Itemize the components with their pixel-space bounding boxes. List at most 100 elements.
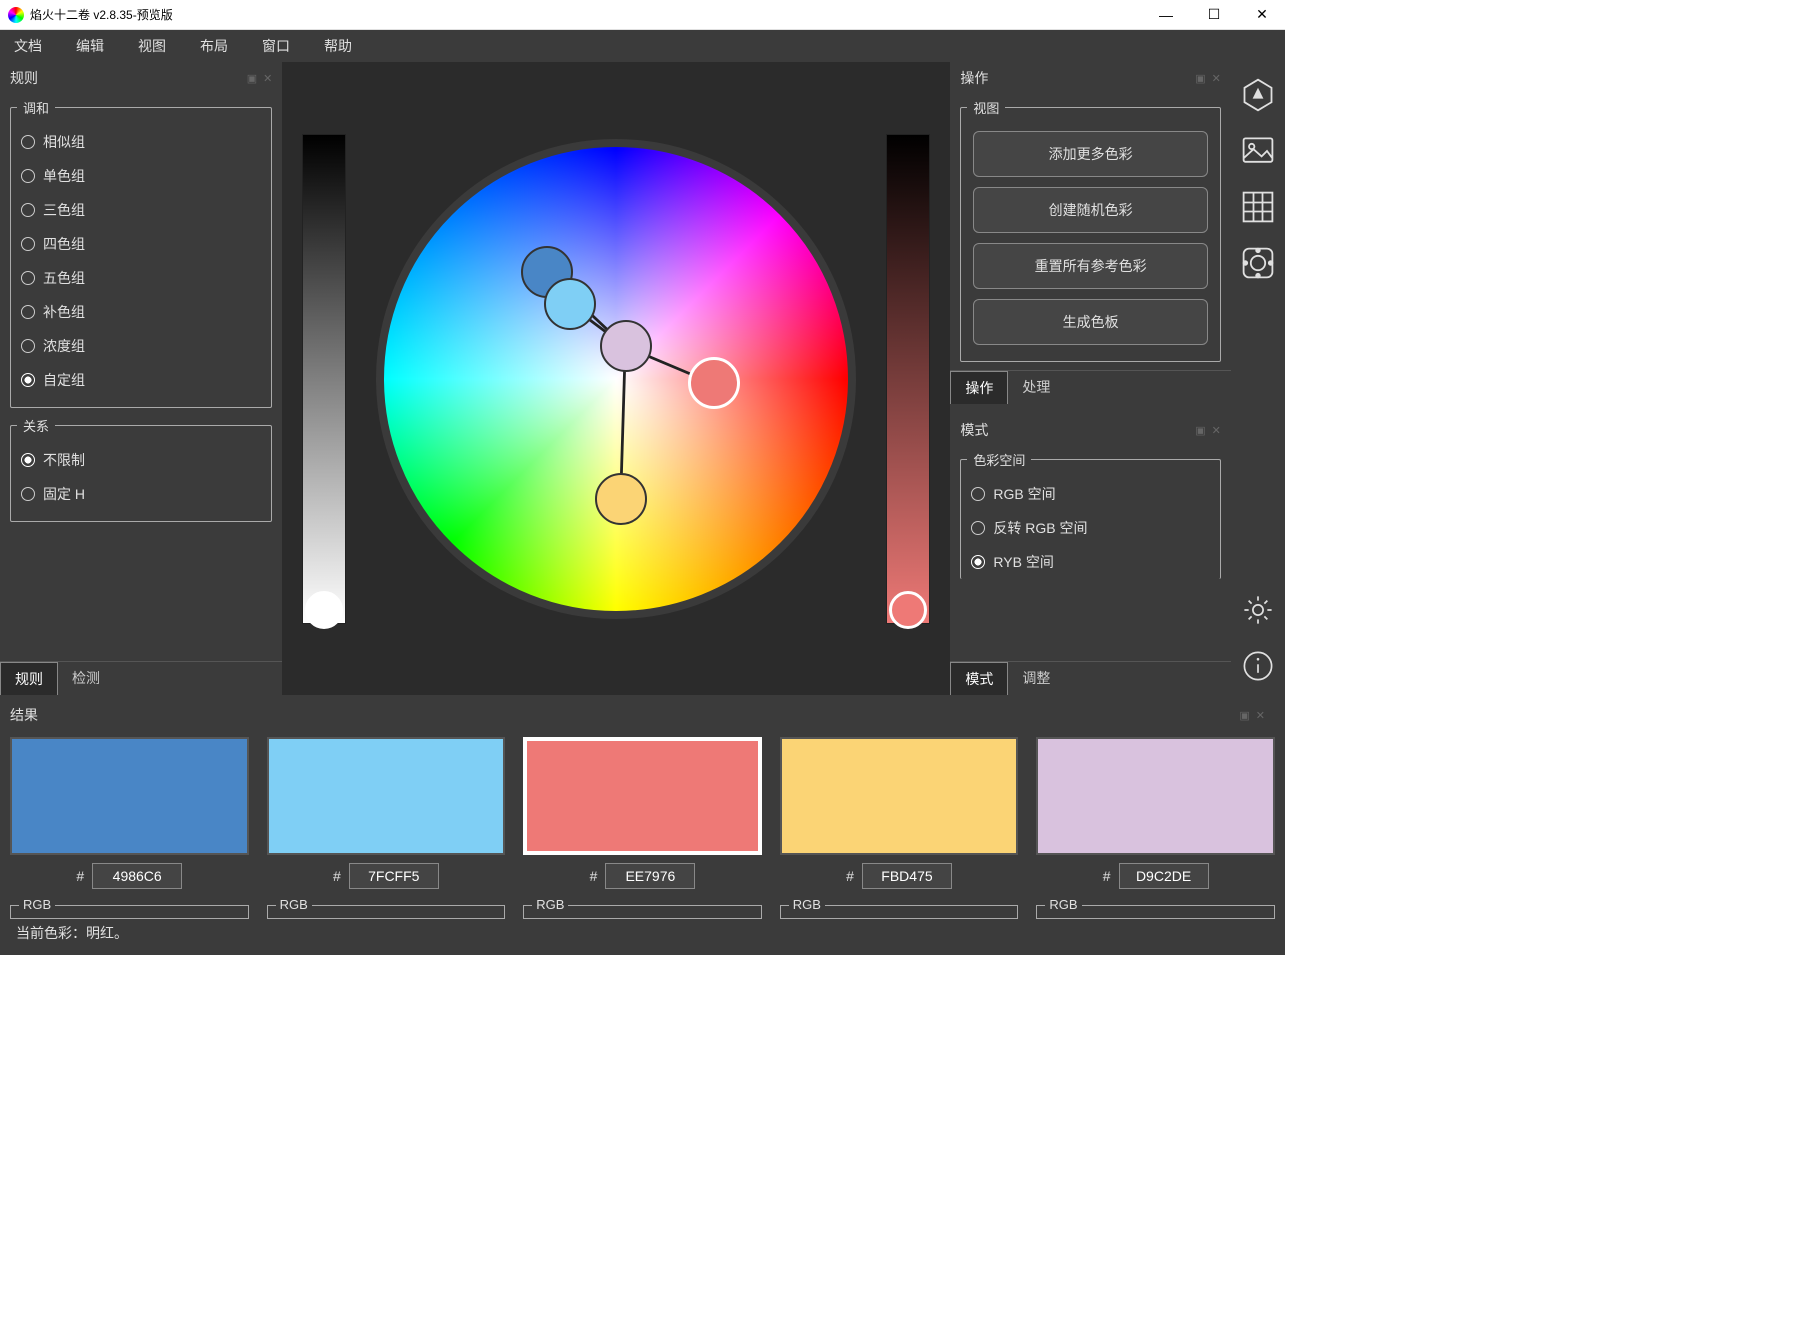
- wheel-node[interactable]: [600, 320, 652, 372]
- depot-view-icon[interactable]: [1239, 244, 1277, 282]
- close-button[interactable]: ✕: [1247, 5, 1277, 25]
- op-button[interactable]: 重置所有参考色彩: [973, 243, 1207, 289]
- harmony-option[interactable]: 四色组: [17, 227, 265, 261]
- menu-edit[interactable]: 编辑: [70, 32, 110, 60]
- value-slider[interactable]: [302, 134, 346, 624]
- panel-close-icon[interactable]: ✕: [1212, 424, 1221, 437]
- panel-close-icon[interactable]: ✕: [263, 72, 272, 85]
- rgb-group: RGB: [267, 905, 506, 919]
- panel-float-icon[interactable]: ▣: [247, 72, 257, 85]
- panel-close-icon[interactable]: ✕: [1212, 72, 1221, 85]
- harmony-legend: 调和: [17, 98, 55, 117]
- tab-adjust[interactable]: 调整: [1008, 662, 1064, 695]
- radio-icon: [21, 203, 35, 217]
- result-swatch[interactable]: [10, 737, 249, 855]
- hue-slider[interactable]: [886, 134, 930, 624]
- rgb-label: RGB: [789, 897, 825, 912]
- settings-icon[interactable]: [1239, 591, 1277, 629]
- hex-input[interactable]: EE7976: [605, 863, 695, 889]
- color-wheel[interactable]: [376, 139, 856, 619]
- colorspace-label: RYB 空间: [993, 552, 1053, 572]
- radio-icon: [21, 305, 35, 319]
- colorspace-group: 色彩空间 RGB 空间反转 RGB 空间 RYB 空间: [960, 450, 1220, 579]
- result-swatch[interactable]: [1036, 737, 1275, 855]
- tab-detect[interactable]: 检测: [58, 662, 114, 695]
- relation-legend: 关系: [17, 416, 55, 435]
- colorspace-option[interactable]: RYB 空间: [967, 545, 1213, 579]
- colorspace-option[interactable]: RGB 空间: [967, 477, 1213, 511]
- board-view-icon[interactable]: [1239, 188, 1277, 226]
- result-swatch[interactable]: [523, 737, 762, 855]
- hash-label: #: [1103, 868, 1111, 884]
- relation-group: 关系 不限制固定 H: [10, 416, 272, 522]
- harmony-option[interactable]: 补色组: [17, 295, 265, 329]
- menu-file[interactable]: 文档: [8, 32, 48, 60]
- wheel-node[interactable]: [595, 473, 647, 525]
- hex-input[interactable]: FBD475: [862, 863, 952, 889]
- rules-panel-title: 规则: [10, 68, 38, 88]
- menu-help[interactable]: 帮助: [318, 32, 358, 60]
- op-button[interactable]: 创建随机色彩: [973, 187, 1207, 233]
- colorspace-legend: 色彩空间: [967, 450, 1031, 469]
- tab-rules[interactable]: 规则: [0, 662, 58, 695]
- tab-mode[interactable]: 模式: [950, 662, 1008, 695]
- harmony-option[interactable]: 单色组: [17, 159, 265, 193]
- panel-float-icon[interactable]: ▣: [1239, 709, 1249, 722]
- harmony-label: 单色组: [43, 166, 85, 186]
- panel-float-icon[interactable]: ▣: [1195, 72, 1205, 85]
- tab-process[interactable]: 处理: [1008, 371, 1064, 404]
- tab-ops[interactable]: 操作: [950, 371, 1008, 404]
- relation-option[interactable]: 不限制: [17, 443, 265, 477]
- rgb-label: RGB: [532, 897, 568, 912]
- harmony-option[interactable]: 浓度组: [17, 329, 265, 363]
- hue-slider-handle[interactable]: [889, 591, 927, 629]
- harmony-option[interactable]: 五色组: [17, 261, 265, 295]
- relation-option[interactable]: 固定 H: [17, 477, 265, 511]
- op-button[interactable]: 生成色板: [973, 299, 1207, 345]
- harmony-label: 补色组: [43, 302, 85, 322]
- result-swatch[interactable]: [267, 737, 506, 855]
- status-bar: 当前色彩：明红。: [10, 919, 1275, 947]
- ops-panel-title: 操作: [960, 68, 988, 88]
- result-swatch[interactable]: [780, 737, 1019, 855]
- harmony-label: 浓度组: [43, 336, 85, 356]
- wheel-node[interactable]: [544, 278, 596, 330]
- harmony-label: 四色组: [43, 234, 85, 254]
- harmony-group: 调和 相似组单色组三色组四色组五色组补色组浓度组自定组: [10, 98, 272, 408]
- hex-input[interactable]: 4986C6: [92, 863, 182, 889]
- menu-layout[interactable]: 布局: [194, 32, 234, 60]
- panel-float-icon[interactable]: ▣: [1195, 424, 1205, 437]
- harmony-option[interactable]: 相似组: [17, 125, 265, 159]
- colorspace-label: 反转 RGB 空间: [993, 518, 1087, 538]
- maximize-button[interactable]: ☐: [1199, 5, 1229, 25]
- hash-label: #: [76, 868, 84, 884]
- hex-input[interactable]: D9C2DE: [1119, 863, 1209, 889]
- app-logo-icon: [8, 7, 24, 23]
- menu-window[interactable]: 窗口: [256, 32, 296, 60]
- rgb-label: RGB: [1045, 897, 1081, 912]
- wheel-node[interactable]: [688, 357, 740, 409]
- canvas: [282, 62, 950, 695]
- mode-panel-title: 模式: [960, 420, 988, 440]
- radio-icon: [21, 487, 35, 501]
- wheel-lines: [384, 147, 848, 611]
- hex-input[interactable]: 7FCFF5: [349, 863, 439, 889]
- radio-icon: [21, 135, 35, 149]
- info-icon[interactable]: [1239, 647, 1277, 685]
- colorspace-option[interactable]: 反转 RGB 空间: [967, 511, 1213, 545]
- wheel-view-icon[interactable]: [1239, 76, 1277, 114]
- op-button[interactable]: 添加更多色彩: [973, 131, 1207, 177]
- relation-label: 固定 H: [43, 484, 85, 504]
- image-view-icon[interactable]: [1239, 132, 1277, 170]
- panel-close-icon[interactable]: ✕: [1256, 709, 1265, 722]
- harmony-option[interactable]: 自定组: [17, 363, 265, 397]
- value-slider-handle[interactable]: [305, 591, 343, 629]
- menu-view[interactable]: 视图: [132, 32, 172, 60]
- minimize-button[interactable]: —: [1151, 5, 1181, 25]
- rgb-label: RGB: [19, 897, 55, 912]
- rgb-group: RGB: [523, 905, 762, 919]
- radio-icon: [971, 487, 985, 501]
- harmony-option[interactable]: 三色组: [17, 193, 265, 227]
- rgb-label: RGB: [276, 897, 312, 912]
- harmony-label: 三色组: [43, 200, 85, 220]
